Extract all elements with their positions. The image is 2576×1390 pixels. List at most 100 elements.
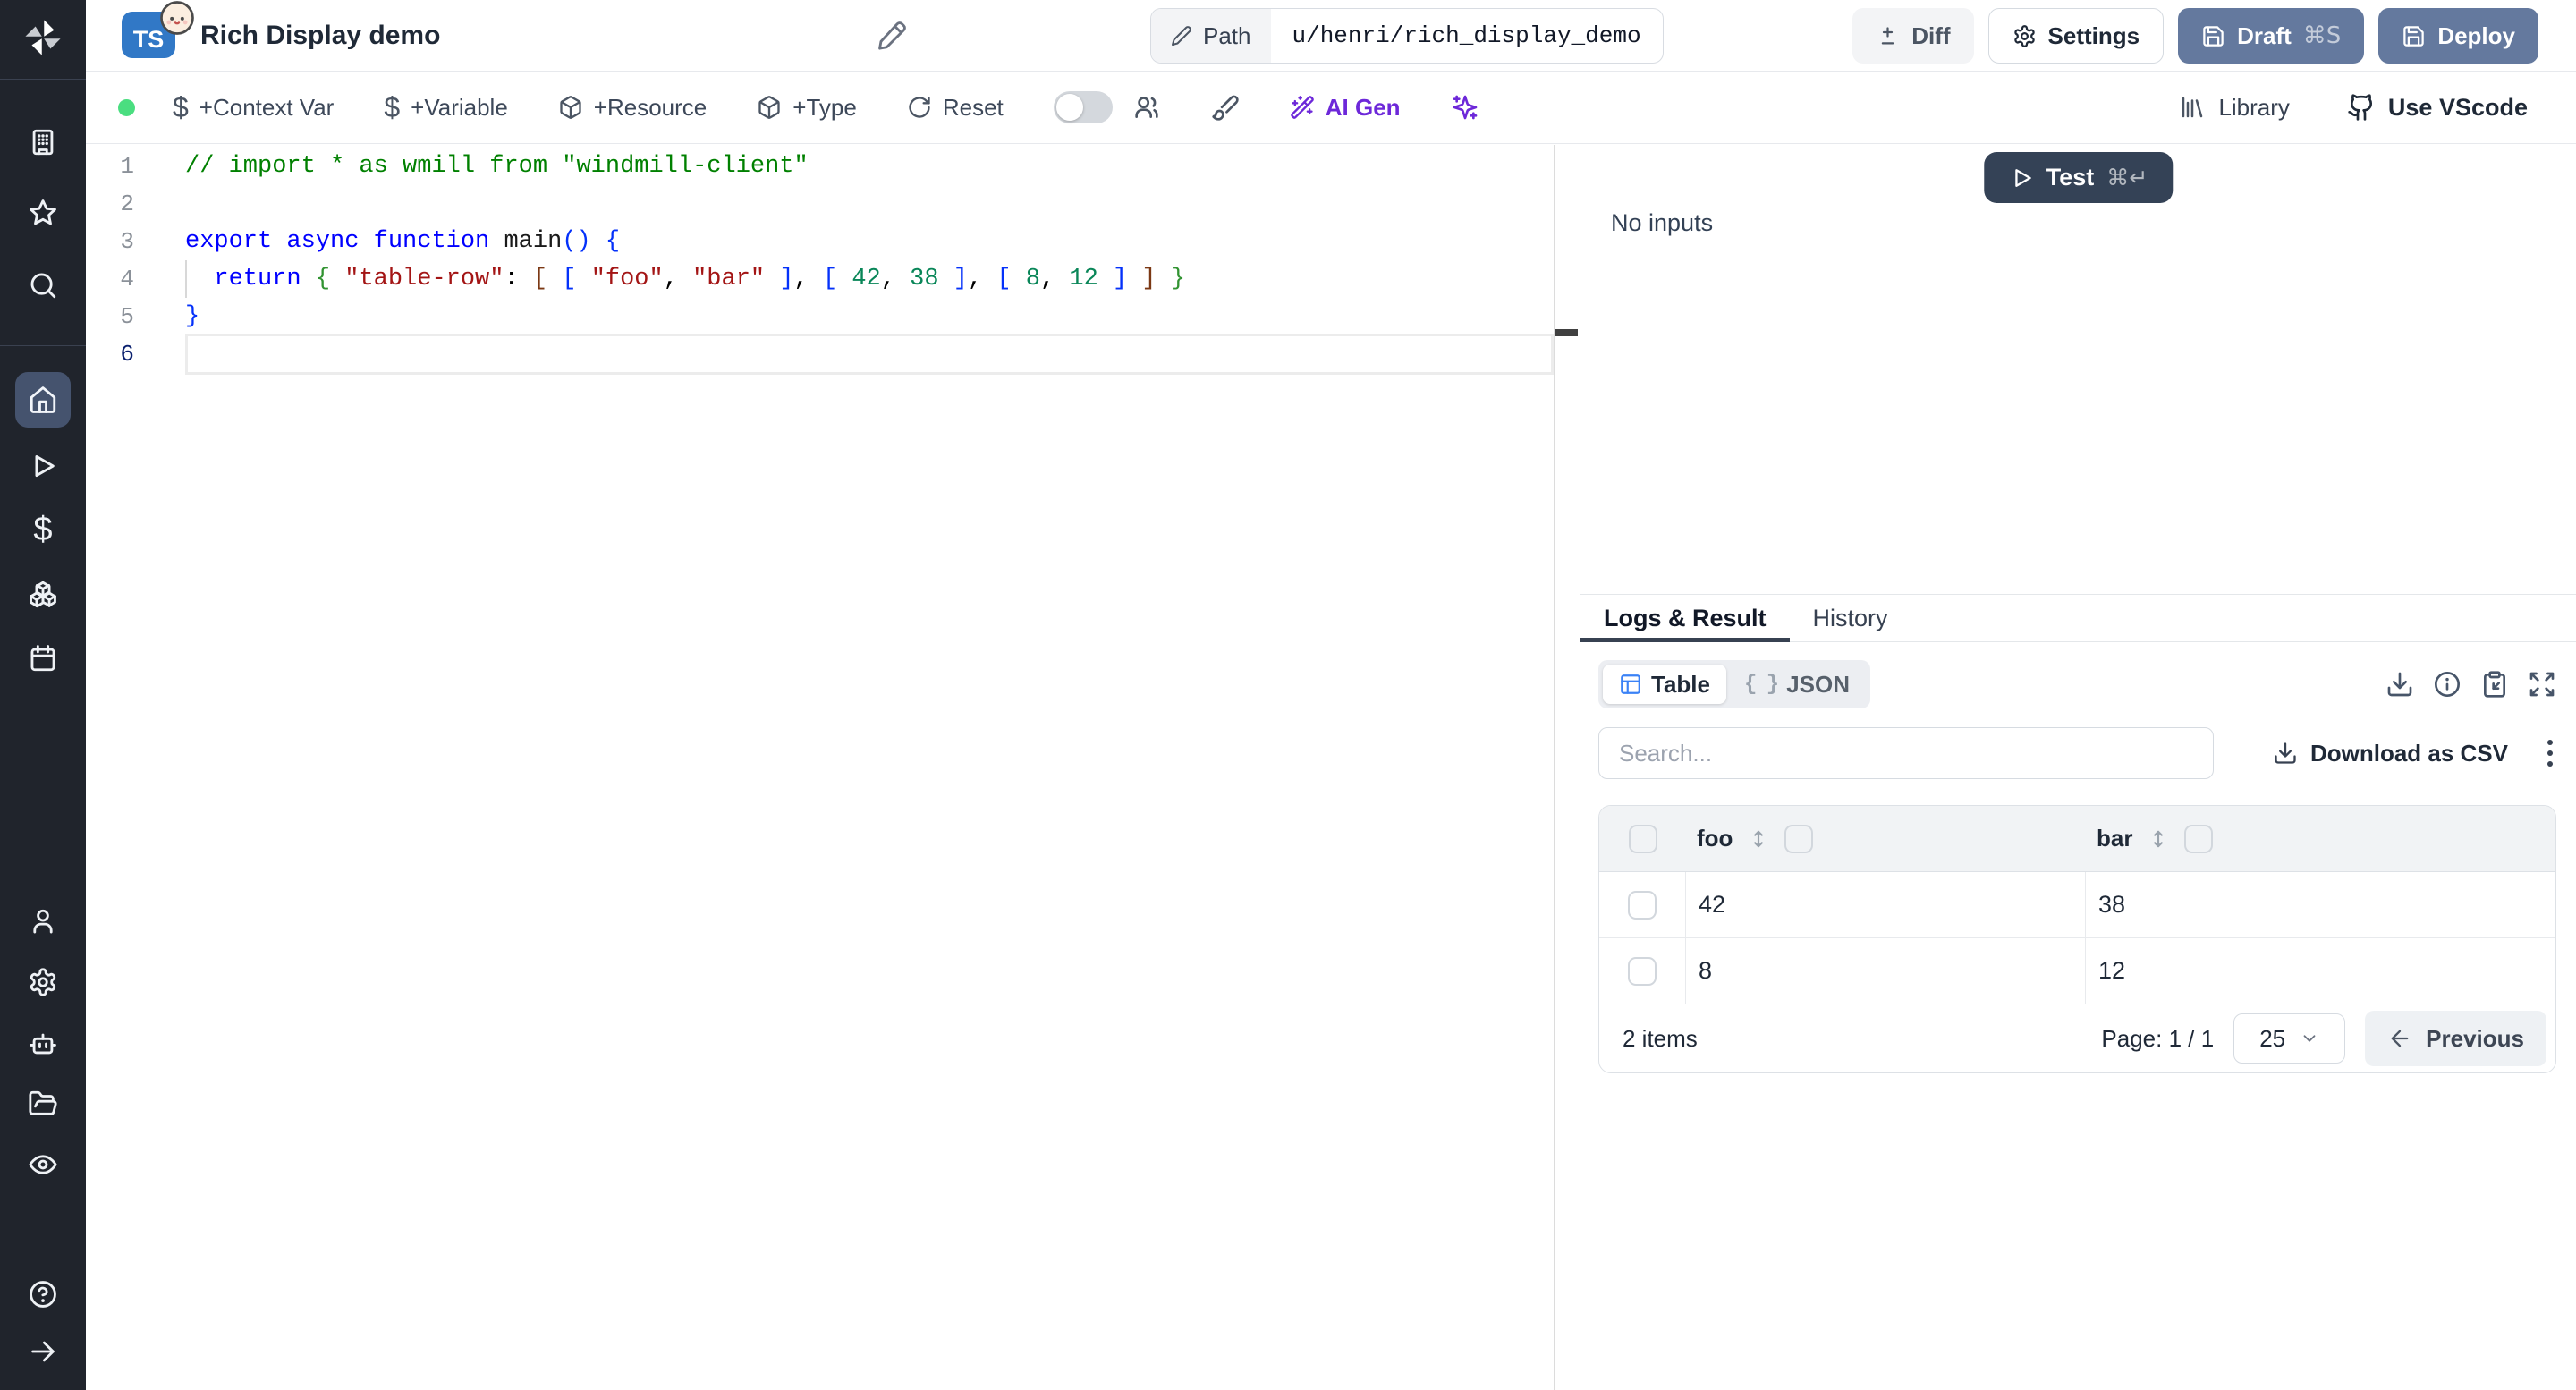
overview-ruler-border	[1554, 145, 1555, 1390]
search-icon[interactable]	[27, 269, 59, 301]
column-header-foo[interactable]: foo	[1686, 824, 2086, 853]
deploy-button[interactable]: Deploy	[2378, 8, 2538, 64]
dollar-icon[interactable]: $	[27, 511, 59, 548]
column-header-bar[interactable]: bar	[2086, 824, 2555, 853]
toggle-knob	[1055, 94, 1083, 121]
ai-gen-label: AI Gen	[1325, 93, 1401, 121]
play-icon[interactable]	[27, 450, 59, 482]
arrow-left-icon	[2391, 1030, 2409, 1047]
row-checkbox-cell	[1599, 872, 1686, 937]
page-indicator: Page: 1 / 1	[2101, 1024, 2215, 1052]
row-checkbox[interactable]	[1628, 956, 1657, 986]
calendar-icon[interactable]	[27, 642, 59, 674]
reset-button[interactable]: Reset	[907, 94, 1004, 122]
line-number: 5	[120, 303, 134, 330]
diff-button[interactable]: Diff	[1852, 8, 1974, 64]
table-search[interactable]	[1598, 727, 2214, 779]
settings-button[interactable]: Settings	[1987, 8, 2165, 64]
star-icon[interactable]	[27, 197, 59, 229]
table-footer: 2 items Page: 1 / 1 25 Previous	[1599, 1004, 2555, 1072]
settings-label: Settings	[2047, 21, 2140, 49]
arrow-right-icon[interactable]	[27, 1335, 59, 1368]
editor-toolbar: $ +Context Var $ +Variable +Resource +Ty…	[86, 72, 2576, 144]
reset-icon	[909, 97, 930, 118]
view-mode-toggle: Table { } JSON	[1598, 660, 1871, 708]
sort-icon[interactable]	[1747, 827, 1770, 851]
add-context-var-button[interactable]: $ +Context Var	[173, 91, 334, 124]
line-number: 3	[120, 228, 134, 255]
line-number: 2	[120, 191, 134, 217]
add-type-button[interactable]: +Type	[757, 94, 857, 122]
add-type-label: +Type	[792, 93, 857, 121]
cell-foo: 8	[1686, 938, 2086, 1004]
test-button[interactable]: Test ⌘↵	[1983, 152, 2174, 203]
code-line[interactable]: return { "table-row": [ [ "foo", "bar" ]…	[185, 260, 1544, 298]
row-checkbox[interactable]	[1628, 890, 1657, 920]
code-content[interactable]: // import * as wmill from "windmill-clie…	[185, 148, 1544, 373]
expand-icon[interactable]	[2528, 670, 2556, 699]
sidebar-item-home[interactable]	[15, 372, 71, 428]
draft-shortcut: ⌘S	[2302, 22, 2342, 49]
sort-icon[interactable]	[2147, 827, 2170, 851]
result-table: foo bar 42 38 8 12 2 items Page: 1 / 1 2…	[1598, 805, 2556, 1073]
diff-icon	[1881, 26, 1894, 44]
code-line[interactable]: export async function main() {	[185, 223, 1544, 260]
draft-button[interactable]: Draft ⌘S	[2178, 8, 2365, 64]
tab-history[interactable]: History	[1790, 595, 1911, 641]
dollar-icon: $	[173, 90, 189, 123]
info-icon[interactable]	[2433, 670, 2462, 699]
edit-title-pencil-icon[interactable]	[877, 21, 907, 51]
add-context-var-label: +Context Var	[199, 93, 335, 121]
cell-bar: 12	[2098, 957, 2126, 984]
select-all-checkbox[interactable]	[1628, 824, 1657, 853]
code-editor[interactable]: 1 2 3 4 5 6 // import * as wmill from "windmi…	[86, 145, 1580, 1390]
column-label: bar	[2097, 825, 2133, 852]
cell-foo: 42	[1686, 872, 2086, 937]
code-line[interactable]	[185, 185, 1544, 223]
table-icon	[1621, 674, 1640, 694]
status-dot	[118, 98, 135, 116]
brush-icon[interactable]	[1211, 93, 1240, 122]
gear-icon	[2013, 24, 2035, 47]
help-icon[interactable]	[27, 1278, 59, 1310]
robot-icon[interactable]	[27, 1028, 59, 1060]
add-resource-button[interactable]: +Resource	[558, 94, 707, 122]
windmill-logo-icon[interactable]	[20, 14, 66, 61]
boxes-icon[interactable]	[27, 578, 59, 610]
view-mode-table-label: Table	[1651, 670, 1710, 698]
bun-runtime-icon	[159, 0, 195, 36]
tab-logs-result[interactable]: Logs & Result	[1580, 595, 1790, 642]
diff-label: Diff	[1911, 21, 1951, 49]
sparkles-icon[interactable]	[1451, 93, 1479, 122]
user-icon[interactable]	[27, 905, 59, 937]
library-button[interactable]: Library	[2179, 94, 2290, 122]
view-mode-json[interactable]: { } JSON	[1728, 665, 1866, 704]
folder-open-icon[interactable]	[27, 1088, 59, 1120]
gear-icon[interactable]	[27, 966, 59, 998]
dollar-icon: $	[384, 90, 401, 123]
braces-icon: { }	[1743, 672, 1779, 697]
diff-mode-toggle[interactable]	[1053, 91, 1113, 123]
code-line[interactable]: // import * as wmill from "windmill-clie…	[185, 148, 1544, 185]
header-bar: TS Rich Display demo Path u/henri/rich_d…	[86, 0, 2576, 72]
ai-gen-button[interactable]: AI Gen	[1290, 94, 1401, 122]
download-csv-button[interactable]: Download as CSV	[2273, 740, 2508, 767]
code-line[interactable]	[185, 335, 1544, 373]
use-vscode-button[interactable]: Use VScode	[2347, 93, 2528, 122]
previous-page-button[interactable]: Previous	[2365, 1011, 2546, 1066]
path-button[interactable]: Path u/henri/rich_display_demo	[1150, 8, 1664, 64]
code-line[interactable]: }	[185, 298, 1544, 335]
building-icon[interactable]	[27, 126, 59, 158]
kebab-menu[interactable]	[2544, 736, 2556, 770]
search-input[interactable]	[1619, 739, 2193, 767]
users-icon[interactable]	[1132, 93, 1161, 122]
eye-icon[interactable]	[27, 1148, 59, 1181]
page-size-select[interactable]: 25	[2233, 1013, 2346, 1064]
add-variable-button[interactable]: $ +Variable	[384, 91, 507, 124]
download-result-icon[interactable]	[2385, 670, 2414, 699]
copy-to-clipboard-icon[interactable]	[2480, 670, 2509, 699]
column-toggle-foo[interactable]	[1784, 824, 1814, 853]
column-toggle-bar[interactable]	[2184, 824, 2214, 853]
header-actions: Diff Settings Draft ⌘S Deploy	[1852, 8, 2538, 64]
view-mode-table[interactable]: Table	[1603, 665, 1726, 704]
